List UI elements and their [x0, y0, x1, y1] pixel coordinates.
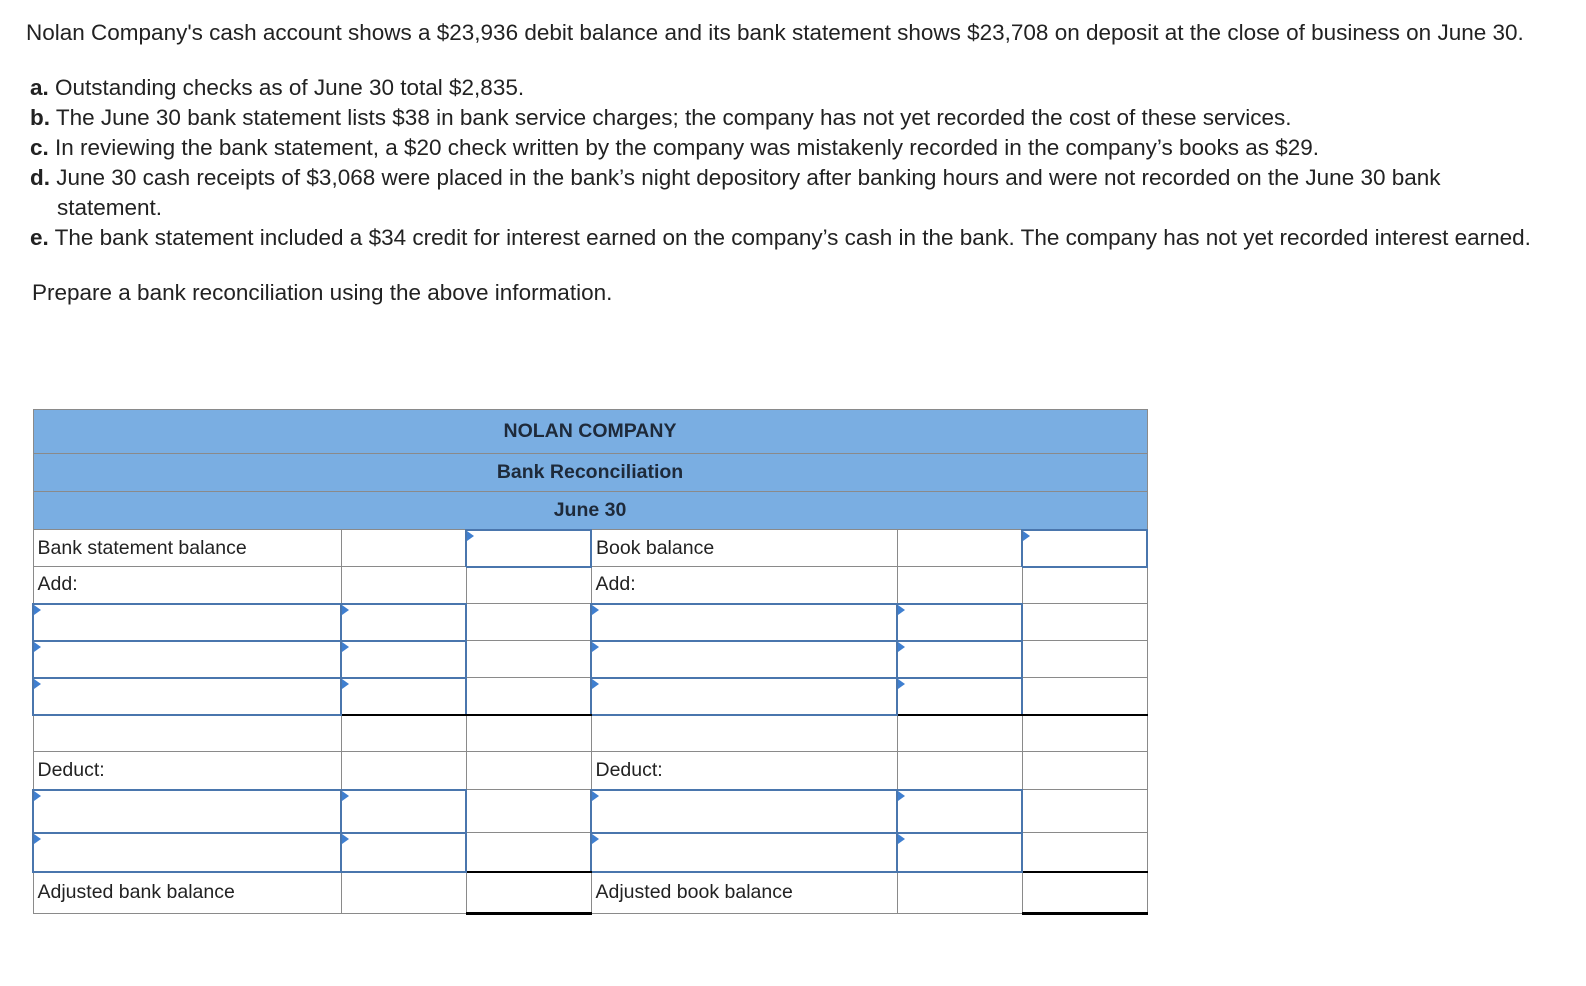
- problem-item-list: a. Outstanding checks as of June 30 tota…: [26, 73, 1546, 253]
- book-add-description-input[interactable]: [590, 676, 898, 716]
- book-deduct-label: Deduct:: [590, 751, 898, 790]
- empty-cell: [1021, 640, 1148, 678]
- problem-item-a: a. Outstanding checks as of June 30 tota…: [26, 73, 1546, 103]
- add-label-row: Add: Add:: [32, 566, 1148, 604]
- balance-row: Bank statement balance Book balance: [32, 528, 1148, 568]
- bank-balance-spacer-cell: [340, 529, 467, 567]
- book-balance-amount-input[interactable]: [1021, 528, 1148, 568]
- empty-cell: [465, 677, 592, 716]
- problem-intro: Nolan Company's cash account shows a $23…: [26, 20, 1524, 45]
- book-balance-label: Book balance: [590, 529, 898, 567]
- book-balance-spacer-cell: [896, 529, 1023, 567]
- problem-item-b: b. The June 30 bank statement lists $38 …: [26, 103, 1546, 133]
- item-text: The June 30 bank statement lists $38 in …: [55, 105, 1292, 130]
- company-name: NOLAN COMPANY: [32, 409, 1148, 454]
- empty-cell: [340, 871, 467, 914]
- bank-deduct-amount-input[interactable]: [340, 788, 467, 834]
- add-entry-row-2: [32, 639, 1148, 679]
- add-entry-row-3: [32, 676, 1148, 716]
- adjusted-balance-row: Adjusted bank balance Adjusted book bala…: [32, 871, 1148, 915]
- bank-balance-amount-input[interactable]: [465, 528, 592, 568]
- problem-item-e: e. The bank statement included a $34 cre…: [26, 223, 1546, 253]
- bank-deduct-description-input[interactable]: [32, 831, 342, 873]
- empty-cell: [896, 566, 1023, 604]
- item-text: Outstanding checks as of June 30 total $…: [55, 75, 525, 100]
- empty-cell: [465, 603, 592, 641]
- book-deduct-description-input[interactable]: [590, 831, 898, 873]
- empty-cell: [465, 566, 592, 604]
- item-text: June 30 cash receipts of $3,068 were pla…: [56, 165, 1441, 220]
- empty-cell: [340, 566, 467, 604]
- adjusted-bank-balance-label: Adjusted bank balance: [32, 871, 342, 914]
- header-date-row: June 30: [32, 491, 1148, 530]
- bank-add-description-input[interactable]: [32, 676, 342, 716]
- item-letter: e.: [30, 225, 49, 250]
- book-add-label: Add:: [590, 566, 898, 604]
- deduct-entry-row-2: [32, 831, 1148, 873]
- adjusted-bank-balance-total: [465, 871, 592, 915]
- problem-instruction: Prepare a bank reconciliation using the …: [32, 280, 613, 305]
- item-letter: b.: [30, 105, 50, 130]
- problem-item-d: d. June 30 cash receipts of $3,068 were …: [26, 163, 1546, 223]
- empty-cell: [465, 640, 592, 678]
- empty-cell: [1021, 789, 1148, 833]
- book-deduct-description-input[interactable]: [590, 788, 898, 834]
- bank-deduct-amount-input[interactable]: [340, 831, 467, 873]
- book-deduct-amount-input[interactable]: [896, 831, 1023, 873]
- bank-reconciliation-table: NOLAN COMPANY Bank Reconciliation June 3…: [32, 409, 1148, 915]
- statement-date: June 30: [32, 491, 1148, 530]
- header-company-row: NOLAN COMPANY: [32, 409, 1148, 454]
- item-text: In reviewing the bank statement, a $20 c…: [55, 135, 1320, 160]
- empty-cell: [590, 714, 898, 752]
- empty-cell: [1021, 677, 1148, 716]
- book-add-description-input[interactable]: [590, 602, 898, 642]
- book-deduct-amount-input[interactable]: [896, 788, 1023, 834]
- bank-add-amount-input[interactable]: [340, 602, 467, 642]
- empty-cell: [1021, 714, 1148, 752]
- item-text: The bank statement included a $34 credit…: [54, 225, 1531, 250]
- empty-cell: [340, 751, 467, 790]
- item-letter: d.: [30, 165, 50, 190]
- book-add-amount-input[interactable]: [896, 639, 1023, 679]
- deduct-entry-row-1: [32, 788, 1148, 834]
- empty-cell: [1021, 832, 1148, 873]
- bank-deduct-label: Deduct:: [32, 751, 342, 790]
- adjusted-book-balance-label: Adjusted book balance: [590, 871, 898, 914]
- problem-statement: Nolan Company's cash account shows a $23…: [26, 18, 1546, 308]
- adjusted-book-balance-total: [1021, 871, 1148, 915]
- empty-cell: [1021, 603, 1148, 641]
- book-add-description-input[interactable]: [590, 639, 898, 679]
- empty-cell: [32, 714, 342, 752]
- bank-deduct-description-input[interactable]: [32, 788, 342, 834]
- add-entry-row-1: [32, 602, 1148, 642]
- empty-cell: [465, 714, 592, 752]
- empty-cell: [465, 832, 592, 873]
- empty-cell: [465, 751, 592, 790]
- book-add-amount-input[interactable]: [896, 676, 1023, 716]
- book-add-amount-input[interactable]: [896, 602, 1023, 642]
- empty-cell: [896, 751, 1023, 790]
- problem-item-c: c. In reviewing the bank statement, a $2…: [26, 133, 1546, 163]
- empty-cell: [1021, 566, 1148, 604]
- empty-cell: [340, 714, 467, 752]
- empty-cell: [896, 714, 1023, 752]
- deduct-label-row: Deduct: Deduct:: [32, 751, 1148, 790]
- bank-add-description-input[interactable]: [32, 602, 342, 642]
- empty-cell: [465, 789, 592, 833]
- bank-balance-label: Bank statement balance: [32, 529, 342, 567]
- bank-add-amount-input[interactable]: [340, 676, 467, 716]
- item-letter: a.: [30, 75, 49, 100]
- item-letter: c.: [30, 135, 49, 160]
- empty-cell: [1021, 751, 1148, 790]
- bank-add-amount-input[interactable]: [340, 639, 467, 679]
- bank-add-description-input[interactable]: [32, 639, 342, 679]
- header-title-row: Bank Reconciliation: [32, 453, 1148, 492]
- statement-title: Bank Reconciliation: [32, 453, 1148, 492]
- empty-cell: [896, 871, 1023, 914]
- bank-add-label: Add:: [32, 566, 342, 604]
- subtotal-row: [32, 714, 1148, 752]
